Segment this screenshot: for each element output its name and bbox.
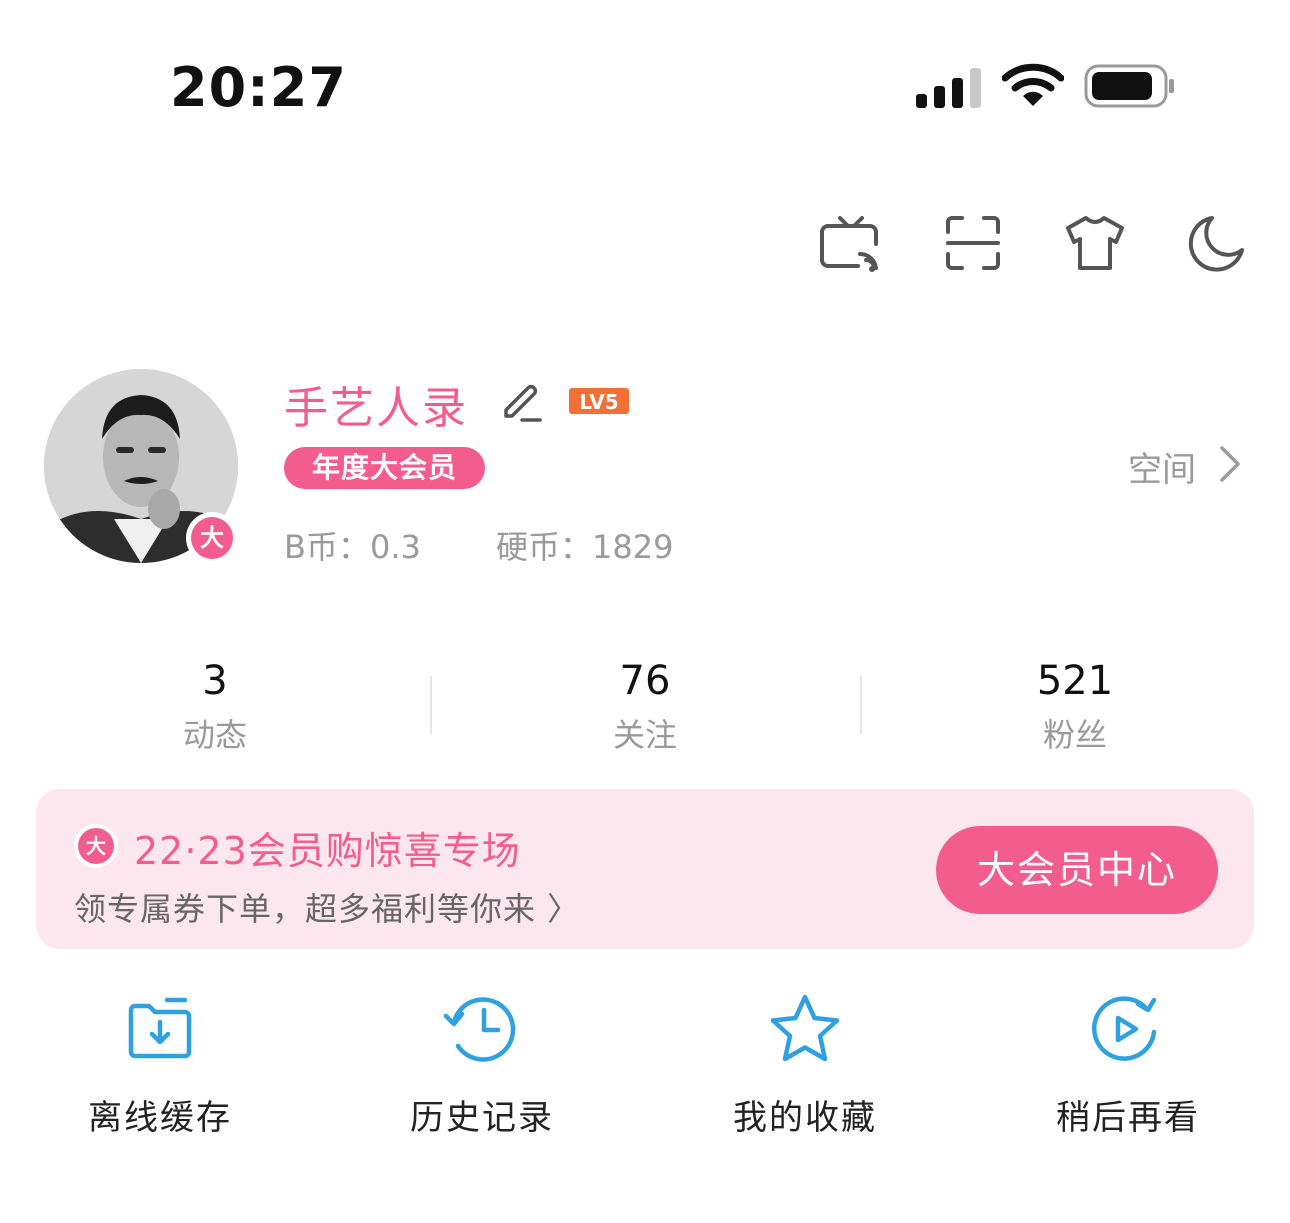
level-badge-text: LV5 — [579, 390, 618, 414]
vip-center-button[interactable]: 大会员中心 — [936, 826, 1218, 914]
quick-action-history-label: 历史记录 — [410, 1098, 554, 1138]
username[interactable]: 手艺人录 — [284, 372, 468, 436]
coin-balance: 硬币：1829 — [496, 528, 674, 566]
theme-shirt-icon[interactable] — [1062, 210, 1128, 276]
stat-divider — [860, 676, 862, 734]
battery-icon — [1084, 64, 1174, 108]
stat-followers[interactable]: 521 粉丝 — [975, 655, 1175, 761]
stat-divider — [430, 676, 432, 734]
scan-icon[interactable] — [940, 210, 1006, 276]
history-clock-icon — [443, 997, 516, 1062]
quick-action-favorites-label: 我的收藏 — [733, 1098, 877, 1138]
quick-action-watch-later-label: 稍后再看 — [1056, 1098, 1200, 1138]
cellular-signal-icon — [916, 68, 981, 108]
stat-followers-label: 粉丝 — [1042, 716, 1107, 754]
vip-banner-subtitle[interactable]: 领专属券下单，超多福利等你来 〉 — [74, 884, 580, 930]
chevron-right-icon[interactable] — [1214, 444, 1244, 484]
edit-pencil-icon[interactable] — [498, 378, 544, 424]
favorite-star-icon — [770, 994, 840, 1062]
watch-later-icon — [1091, 996, 1157, 1061]
quick-action-offline-cache[interactable]: 离线缓存 — [40, 992, 280, 1139]
vip-avatar-badge: 大 — [186, 512, 238, 564]
stat-dynamics-label: 动态 — [182, 716, 247, 754]
vip-avatar-badge-text: 大 — [191, 517, 233, 559]
wifi-icon — [1002, 63, 1064, 106]
vip-banner-icon: 大 — [74, 824, 118, 868]
stat-dynamics[interactable]: 3 动态 — [115, 655, 315, 761]
quick-action-watch-later[interactable]: 稍后再看 — [1008, 992, 1248, 1139]
quick-action-history[interactable]: 历史记录 — [362, 992, 602, 1139]
quick-action-offline-cache-label: 离线缓存 — [88, 1098, 232, 1138]
stat-following-label: 关注 — [612, 716, 677, 754]
status-time: 20:27 — [170, 56, 347, 119]
stat-following[interactable]: 76 关注 — [545, 655, 745, 761]
quick-action-favorites[interactable]: 我的收藏 — [685, 992, 925, 1139]
vip-status-badge[interactable]: 年度大会员 — [284, 447, 485, 489]
vip-banner-icon-text: 大 — [78, 828, 114, 864]
night-mode-moon-icon[interactable] — [1184, 210, 1250, 276]
level-badge: LV5 — [569, 388, 629, 414]
offline-download-icon — [128, 997, 192, 1059]
cast-tv-icon[interactable] — [818, 210, 884, 276]
stat-following-value: 76 — [619, 658, 671, 704]
stat-dynamics-value: 3 — [202, 658, 228, 704]
vip-banner-title[interactable]: 22·23会员购惊喜专场 — [134, 820, 521, 875]
b-coin-balance: B币：0.3 — [284, 528, 421, 566]
space-link[interactable]: 空间 — [1128, 442, 1196, 491]
stat-followers-value: 521 — [1036, 658, 1114, 704]
